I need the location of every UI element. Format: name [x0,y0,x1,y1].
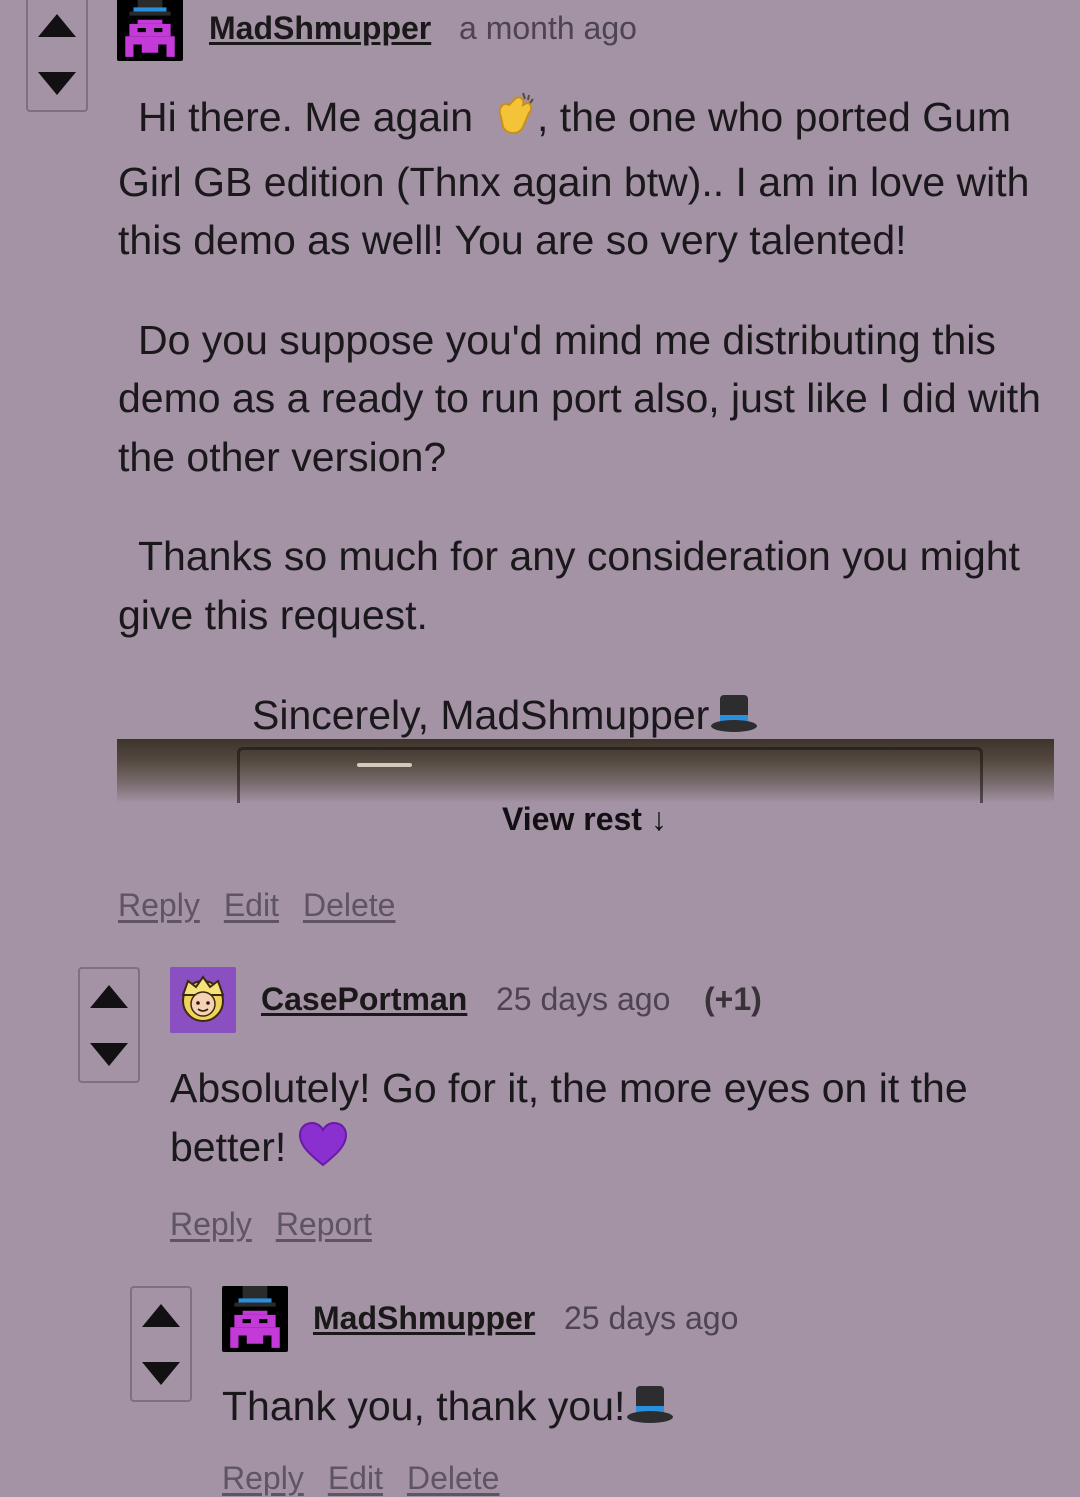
downvote-arrow-icon[interactable] [38,72,76,95]
username-link[interactable]: CasePortman [261,981,467,1018]
vote-box [26,0,88,112]
comment-text: Absolutely! Go for it, the more eyes on … [170,1065,968,1170]
avatar[interactable] [170,967,236,1033]
delete-link[interactable]: Delete [303,887,396,923]
reply-link[interactable]: Reply [222,1460,304,1496]
comment-actions: Reply Edit Delete [222,1460,523,1497]
comment-body: Absolutely! Go for it, the more eyes on … [170,1059,1050,1182]
space-invader-tophat-icon [117,0,183,61]
comment-text: Do you suppose you'd mind me distributin… [118,316,1041,480]
vote-box [130,1286,192,1402]
comment-body: Hi there. Me again, the one who ported G… [118,88,1063,751]
top-hat-icon [625,1382,675,1442]
comment-body: Thank you, thank you! [222,1377,1052,1442]
upvote-arrow-icon[interactable] [90,985,128,1008]
view-rest-button[interactable]: View rest ↓ [502,801,667,838]
edit-link[interactable]: Edit [224,887,279,923]
purple-heart-icon [298,1121,348,1183]
reply-link[interactable]: Reply [118,887,200,923]
report-link[interactable]: Report [276,1206,372,1242]
signature-text: Sincerely, MadShmupper [252,692,710,738]
vote-box [78,967,140,1083]
avatar[interactable] [222,1286,288,1352]
avatar[interactable] [117,0,183,61]
timestamp: 25 days ago [496,981,671,1017]
score-badge: (+1) [704,981,762,1017]
upvote-arrow-icon[interactable] [38,14,76,37]
upvote-arrow-icon[interactable] [142,1304,180,1327]
username-link[interactable]: MadShmupper [209,10,431,47]
comment-text: Thanks so much for any consideration you… [118,533,1020,638]
delete-link[interactable]: Delete [407,1460,500,1496]
edit-link[interactable]: Edit [328,1460,383,1496]
space-invader-tophat-icon [222,1286,288,1352]
comment-actions: Reply Edit Delete [118,887,419,924]
image-preview [117,739,1054,803]
comment-actions: Reply Report [170,1206,396,1243]
blonde-face-icon [170,967,236,1033]
timestamp: a month ago [459,10,637,46]
downvote-arrow-icon[interactable] [90,1043,128,1066]
timestamp: 25 days ago [564,1300,739,1336]
reply-link[interactable]: Reply [170,1206,252,1242]
downvote-arrow-icon[interactable] [142,1362,180,1385]
username-link[interactable]: MadShmupper [313,1300,535,1337]
comment-text: Thank you, thank you! [222,1383,626,1429]
comment-text: Hi there. Me again [138,94,474,140]
clapping-hands-icon [473,91,537,153]
